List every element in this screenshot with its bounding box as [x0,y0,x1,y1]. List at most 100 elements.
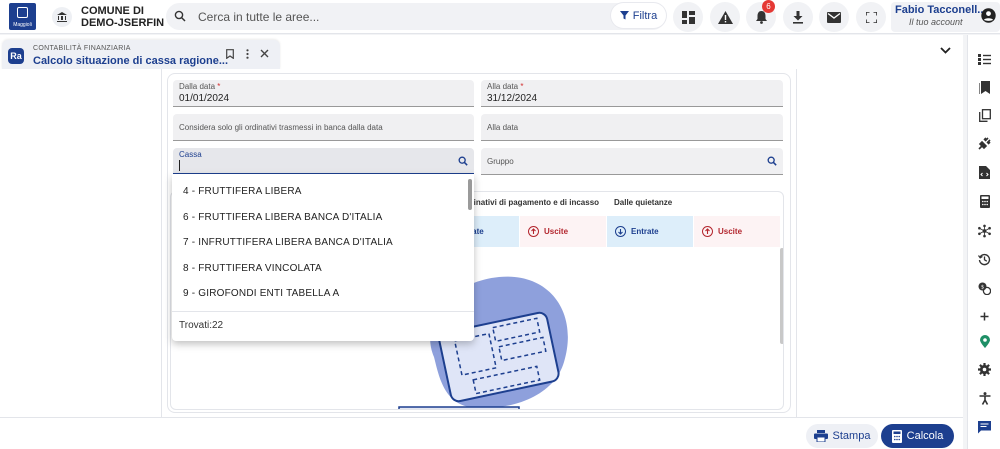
location-icon[interactable] [978,335,991,348]
dropdown-scrollbar[interactable] [468,179,472,210]
search-icon[interactable] [458,156,468,166]
gruppo-placeholder: Gruppo [487,157,514,166]
copy-icon[interactable] [978,109,991,122]
right-divider [796,69,797,417]
tab-calcolo-situazione-cassa[interactable]: Ra CONTABILITÀ FINANZIARIA Calcolo situa… [2,40,280,70]
filter-label: Filtra [632,9,658,22]
header-ordinativi: ...inativi di pagamento e di incasso [467,198,600,207]
entrate-label: Entrate [631,227,659,236]
top-bar: Maggioli COMUNE DI DEMO-JSERFIN Filtra 6… [0,0,1000,34]
uscite-label: Uscite [544,227,569,236]
left-divider [161,69,162,417]
document-code-icon[interactable] [978,166,991,179]
alla-data-field[interactable]: Alla data * 31/12/2024 [481,80,783,107]
uscite-label: Uscite [718,227,743,236]
considera-ordinativi-field[interactable]: Considera solo gli ordinativi trasmessi … [173,114,474,141]
maggioli-logo[interactable]: Maggioli [9,3,36,30]
filter-icon [619,11,629,20]
chat-icon[interactable] [978,421,991,434]
calculator-icon[interactable] [978,195,991,208]
dalla-data-field[interactable]: Dalla data * 01/01/2024 [173,80,474,107]
dropdown-option[interactable]: 9 - GIROFONDI ENTI TABELLA A [183,288,339,299]
notification-count-badge: 6 [762,0,775,13]
close-icon[interactable] [260,49,269,58]
cassa-label: Cassa [179,150,202,159]
dropdown-option[interactable]: 4 - FRUTTIFERA LIBERA [183,186,302,197]
right-sidebar: $ [967,35,1000,449]
crest-icon [17,7,28,18]
quietanze-uscite-tab[interactable]: Uscite [694,216,780,247]
ordinativi-uscite-tab[interactable]: Uscite [520,216,606,247]
more-vertical-icon[interactable] [246,49,249,59]
stampa-label: Stampa [832,430,871,442]
warning-button[interactable] [710,2,740,32]
dalla-data-label: Dalla data * [179,82,220,91]
logo-text: Maggioli [13,22,32,28]
cassa-dropdown: 4 - FRUTTIFERA LIBERA 6 - FRUTTIFERA LIB… [172,174,474,341]
dropdown-divider [172,311,474,312]
quietanze-entrate-tab[interactable]: Entrate [607,216,693,247]
exchange-icon[interactable]: $ [978,282,991,295]
fullscreen-icon [865,11,877,23]
dashboard-button[interactable] [673,2,703,32]
stampa-button[interactable]: Stampa [806,424,878,448]
considera-ordinativi-placeholder: Considera solo gli ordinativi trasmessi … [179,123,383,132]
tab-bar: Ra CONTABILITÀ FINANZIARIA Calcolo situa… [0,35,963,70]
settings-icon[interactable] [978,363,991,376]
municipality-line-2: DEMO-JSERFIN [81,17,165,29]
plug-icon[interactable] [978,137,991,150]
alla-data-label-text: Alla data [487,82,519,91]
download-icon [793,10,803,24]
dashboard-icon [681,10,695,24]
user-account-button[interactable]: Fabio Tacconell... Il tuo account [891,2,1000,32]
chevron-down-icon[interactable] [940,47,951,54]
hub-icon[interactable] [978,224,991,237]
history-icon[interactable] [978,253,991,266]
bookmarks-icon[interactable] [978,81,991,94]
global-search [166,3,666,30]
add-icon[interactable] [978,310,991,323]
list-icon[interactable] [978,53,991,66]
required-marker: * [520,82,524,91]
calcola-label: Calcola [906,430,944,442]
grid-scrollbar[interactable] [780,248,783,344]
print-icon [813,430,828,442]
tab-title: Calcolo situazione di cassa ragione... [33,55,229,67]
text-caret [179,160,180,171]
required-marker: * [217,82,221,91]
search-icon [174,10,186,22]
accessibility-icon[interactable] [978,392,991,405]
search-icon[interactable] [767,156,777,166]
search-input[interactable] [198,8,598,25]
municipality-name[interactable]: COMUNE DI DEMO-JSERFIN [81,5,164,29]
bookmark-icon[interactable] [226,49,234,59]
warning-icon [717,10,733,24]
arrow-down-icon [615,226,626,237]
tab-category: CONTABILITÀ FINANZIARIA [33,45,131,52]
calcola-button[interactable]: Calcola [881,424,954,448]
notifications-button[interactable]: 6 [746,0,776,32]
user-name: Fabio Tacconell... [895,4,987,16]
mail-icon [827,11,841,23]
alla-data-filter-field[interactable]: Alla data [481,114,783,141]
gruppo-field[interactable]: Gruppo [481,148,783,175]
alla-data-filter-placeholder: Alla data [487,123,519,132]
dropdown-option[interactable]: 6 - FRUTTIFERA LIBERA BANCA D'ITALIA [183,212,383,223]
user-role: Il tuo account [909,17,963,27]
municipality-icon[interactable] [52,7,72,27]
alla-data-value: 31/12/2024 [487,93,538,104]
dropdown-option[interactable]: 8 - FRUTTIFERA VINCOLATA [183,263,322,274]
municipality-line-1: COMUNE DI [81,5,144,17]
results-count: Trovati:22 [179,320,224,331]
fullscreen-button[interactable] [856,2,886,32]
cassa-field[interactable]: Cassa [173,148,474,175]
mail-button[interactable] [819,2,849,32]
svg-text:$: $ [981,285,984,291]
dalla-data-label-text: Dalla data [179,82,216,91]
account-circle-icon [981,8,996,23]
arrow-up-icon [528,226,539,237]
filter-button[interactable]: Filtra [611,3,666,28]
app-icon: Ra [8,48,24,64]
download-button[interactable] [783,2,813,32]
dropdown-option[interactable]: 7 - INFRUTTIFERA LIBERA BANCA D'ITALIA [183,237,393,248]
